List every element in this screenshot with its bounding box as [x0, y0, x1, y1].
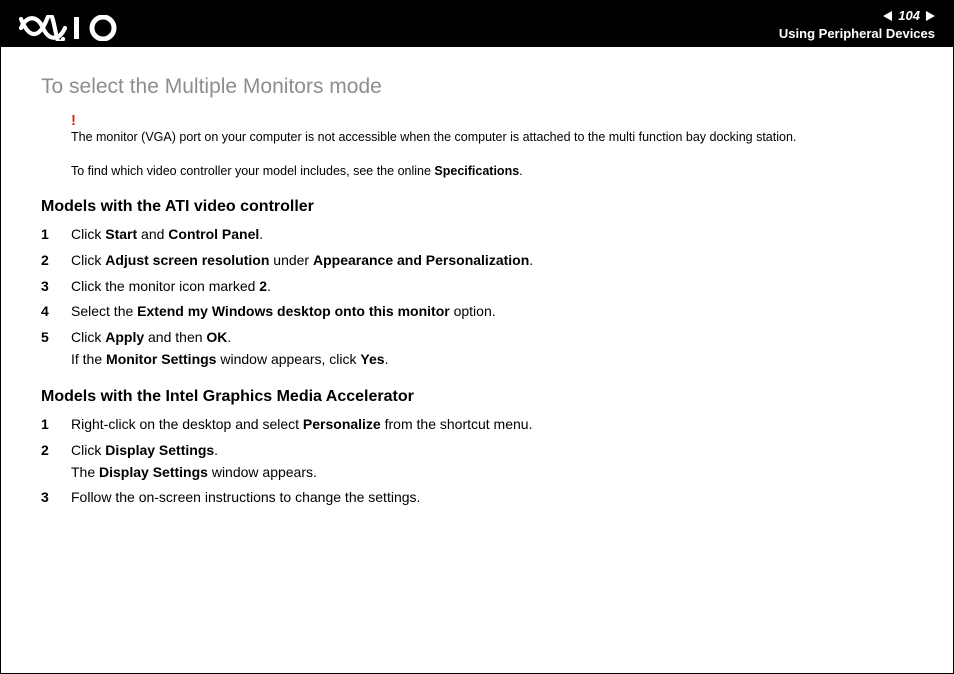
step-text: Click Display Settings.The Display Setti… [71, 440, 913, 483]
warning-note: ! The monitor (VGA) port on your compute… [71, 113, 913, 146]
intel-steps: 1 Right-click on the desktop and select … [41, 414, 913, 509]
list-item: 1 Click Start and Control Panel. [41, 224, 913, 246]
document-page: 104 Using Peripheral Devices To select t… [0, 0, 954, 674]
vaio-logo [19, 15, 129, 41]
warning-icon: ! [71, 113, 913, 128]
step-text: Click the monitor icon marked 2. [71, 276, 913, 298]
prev-page-icon[interactable] [883, 11, 892, 21]
spec-text-c: . [519, 164, 522, 178]
list-item: 3 Follow the on-screen instructions to c… [41, 487, 913, 509]
page-title: To select the Multiple Monitors mode [41, 75, 913, 99]
intel-heading: Models with the Intel Graphics Media Acc… [41, 388, 913, 406]
step-number: 3 [41, 276, 71, 298]
step-text: Right-click on the desktop and select Pe… [71, 414, 913, 436]
step-number: 4 [41, 301, 71, 323]
step-number: 3 [41, 487, 71, 509]
spec-text-a: To find which video controller your mode… [71, 164, 434, 178]
step-number: 2 [41, 250, 71, 272]
section-title: Using Peripheral Devices [779, 27, 935, 41]
step-text: Select the Extend my Windows desktop ont… [71, 301, 913, 323]
step-number: 2 [41, 440, 71, 462]
ati-heading: Models with the ATI video controller [41, 198, 913, 216]
list-item: 2 Click Display Settings.The Display Set… [41, 440, 913, 483]
list-item: 3 Click the monitor icon marked 2. [41, 276, 913, 298]
list-item: 2 Click Adjust screen resolution under A… [41, 250, 913, 272]
step-number: 5 [41, 327, 71, 349]
step-text: Click Apply and then OK.If the Monitor S… [71, 327, 913, 370]
ati-steps: 1 Click Start and Control Panel. 2 Click… [41, 224, 913, 370]
spec-note: To find which video controller your mode… [71, 162, 913, 180]
vaio-logo-svg [19, 15, 129, 41]
list-item: 4 Select the Extend my Windows desktop o… [41, 301, 913, 323]
page-nav: 104 [883, 9, 935, 23]
step-number: 1 [41, 224, 71, 246]
list-item: 5 Click Apply and then OK.If the Monitor… [41, 327, 913, 370]
step-text: Click Adjust screen resolution under App… [71, 250, 913, 272]
step-text: Click Start and Control Panel. [71, 224, 913, 246]
warning-text: The monitor (VGA) port on your computer … [71, 130, 796, 144]
page-number: 104 [898, 9, 920, 23]
content-area: To select the Multiple Monitors mode ! T… [1, 47, 953, 509]
header-bar: 104 Using Peripheral Devices [1, 1, 953, 47]
next-page-icon[interactable] [926, 11, 935, 21]
list-item: 1 Right-click on the desktop and select … [41, 414, 913, 436]
step-text: Follow the on-screen instructions to cha… [71, 487, 913, 509]
spec-text-b: Specifications [434, 164, 519, 178]
header-right: 104 Using Peripheral Devices [779, 9, 935, 41]
step-number: 1 [41, 414, 71, 436]
